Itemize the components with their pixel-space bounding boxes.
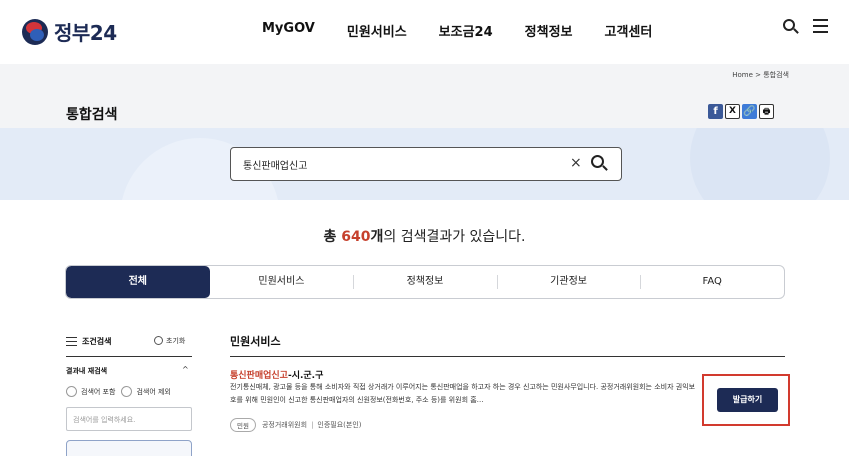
tab-faq[interactable]: FAQ <box>640 266 784 298</box>
exclude-radio[interactable] <box>121 386 133 397</box>
result-tabs: 전체 민원서비스 정책정보 기관정보 FAQ <box>65 265 785 299</box>
menu-icon[interactable] <box>813 19 829 35</box>
government-emblem-icon <box>22 18 48 45</box>
result-count: 총 640개의 검색결과가 있습니다. <box>0 226 849 246</box>
nav-subsidy[interactable]: 보조금24 <box>439 21 493 40</box>
result-title-rest[interactable]: -시.군.구 <box>288 371 323 381</box>
main-nav: MyGOV 민원서비스 보조금24 정책정보 고객센터 <box>262 21 684 40</box>
tab-all[interactable]: 전체 <box>66 266 210 298</box>
highlight-box: 발급하기 <box>702 374 790 426</box>
reset-button[interactable]: 초기화 <box>166 336 185 346</box>
research-options: 검색어 포함 검색어 제외 <box>66 386 177 397</box>
nav-policy[interactable]: 정책정보 <box>525 21 573 40</box>
print-icon[interactable]: 🖶 <box>759 104 774 119</box>
site-header: 정부24 MyGOV 민원서비스 보조금24 정책정보 고객센터 <box>0 0 849 64</box>
search-submit-icon[interactable] <box>591 155 609 173</box>
result-count-number: 640 <box>341 229 371 245</box>
search-input[interactable]: 통신판매업신고 × <box>230 147 622 181</box>
share-buttons: f X 🔗 🖶 <box>708 104 774 119</box>
divider <box>66 356 192 357</box>
breadcrumb-bar: Home > 통합검색 <box>0 64 849 88</box>
reset-icon[interactable] <box>154 336 163 345</box>
include-radio[interactable] <box>66 386 77 397</box>
logo-text: 정부24 <box>54 21 117 45</box>
section-title: 민원서비스 <box>230 335 281 348</box>
research-title: 결과내 재검색 <box>66 367 108 375</box>
result-count-unit: 개 <box>370 229 384 245</box>
result-description: 전기통신매체, 광고물 등을 통해 소비자와 직접 상거래가 이루어지는 통신판… <box>230 383 696 404</box>
tab-agency[interactable]: 기관정보 <box>496 266 641 298</box>
logo[interactable]: 정부24 <box>22 17 117 46</box>
tab-policy[interactable]: 정책정보 <box>353 266 497 298</box>
page-title: 통합검색 <box>66 107 118 123</box>
research-input[interactable]: 검색어를 입력하세요. <box>66 407 192 431</box>
filter-title: 조건검색 <box>82 337 112 346</box>
result-count-suffix: 의 검색결과가 있습니다. <box>383 229 526 245</box>
include-label[interactable]: 검색어 포함 <box>81 387 115 397</box>
search-band: 통신판매업신고 × <box>0 128 849 200</box>
facebook-icon[interactable]: f <box>708 104 723 119</box>
search-icon[interactable] <box>783 19 799 35</box>
link-icon[interactable]: 🔗 <box>742 104 757 119</box>
x-icon[interactable]: X <box>725 104 740 119</box>
exclude-label[interactable]: 검색어 제외 <box>136 387 170 397</box>
filter-search-button[interactable] <box>66 440 192 456</box>
issue-button[interactable]: 발급하기 <box>717 388 778 412</box>
chevron-up-icon[interactable]: ^ <box>182 365 189 374</box>
title-bar: 통합검색 f X 🔗 🖶 <box>0 88 849 128</box>
result-title[interactable]: 통신판매업신고-시.군.구 <box>230 368 323 381</box>
nav-customer-center[interactable]: 고객센터 <box>605 21 653 40</box>
search-query: 통신판매업신고 <box>243 161 308 172</box>
divider <box>230 356 785 357</box>
sliders-icon <box>66 337 77 347</box>
meta-separator: | <box>311 421 314 429</box>
nav-civil-service[interactable]: 민원서비스 <box>347 21 407 40</box>
result-agency: 공정거래위원회 <box>261 421 308 429</box>
breadcrumb[interactable]: Home > 통합검색 <box>732 70 789 80</box>
nav-mygov[interactable]: MyGOV <box>262 21 315 40</box>
background-decoration <box>690 128 830 200</box>
result-title-highlight[interactable]: 통신판매업신고 <box>230 371 288 381</box>
result-auth: 인증필요(본인) <box>317 421 362 429</box>
result-count-prefix: 총 <box>323 229 342 245</box>
filter-header: 조건검색 초기화 <box>66 335 192 351</box>
clear-icon[interactable]: × <box>570 155 582 171</box>
result-meta: 민원 공정거래위원회 | 인증필요(본인) <box>230 418 362 432</box>
tab-civil-service[interactable]: 민원서비스 <box>210 266 354 298</box>
category-badge: 민원 <box>230 418 256 432</box>
